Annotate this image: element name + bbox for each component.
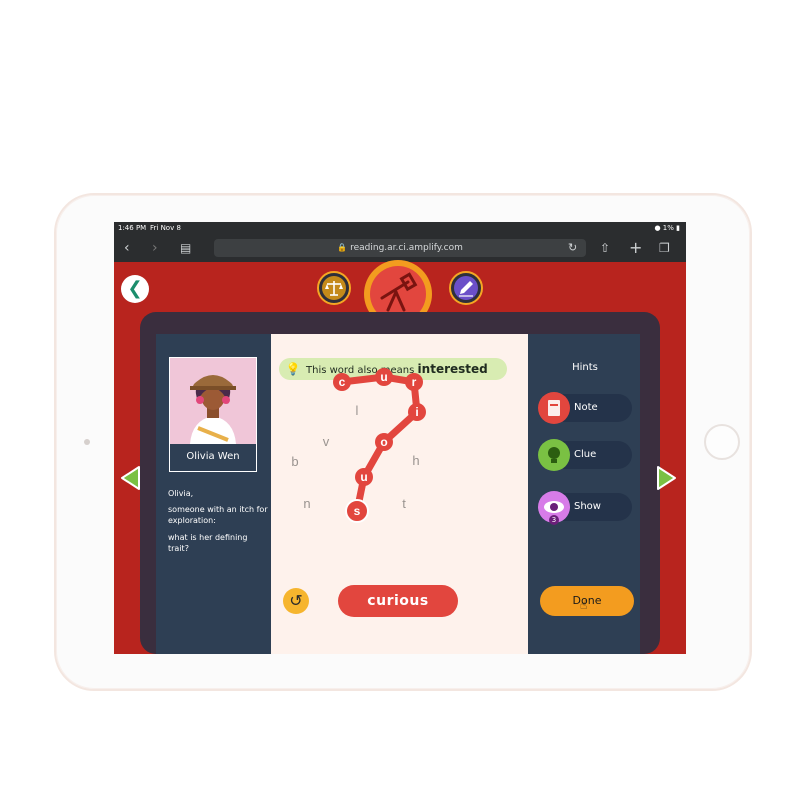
- scales-mode-icon[interactable]: [317, 271, 351, 305]
- prompt-line-1: Olivia,: [168, 489, 194, 498]
- selected-letter: s: [354, 504, 361, 518]
- selected-letter-tile[interactable]: i: [408, 403, 426, 421]
- unselected-letter[interactable]: t: [402, 496, 406, 511]
- selected-letter: u: [360, 470, 367, 484]
- note-hint-label: Note: [574, 402, 598, 413]
- home-button[interactable]: [704, 424, 740, 460]
- unselected-letter[interactable]: b: [291, 454, 298, 469]
- lock-icon: 🔒: [337, 243, 348, 252]
- browser-back-icon[interactable]: ‹: [124, 239, 130, 257]
- url-text: reading.ar.ci.amplify.com: [350, 243, 463, 253]
- browser-toolbar: ‹ › ▤ 🔒 reading.ar.ci.amplify.com ↻ ⇧ + ❐: [114, 234, 686, 262]
- new-tab-plus-icon[interactable]: +: [629, 239, 642, 257]
- battery-percent: 1%: [662, 224, 674, 232]
- notebook-icon: [538, 392, 570, 424]
- camera-dot: [84, 439, 90, 445]
- unselected-letter[interactable]: n: [303, 496, 310, 511]
- unselected-letter[interactable]: h: [412, 453, 419, 468]
- selected-letter: r: [412, 375, 417, 389]
- unselected-letter[interactable]: l: [356, 403, 359, 418]
- selected-letter-tile[interactable]: u: [375, 368, 393, 386]
- reload-icon[interactable]: ↻: [568, 239, 577, 257]
- selected-letter-tile[interactable]: u: [355, 468, 373, 486]
- answer-display: curious: [338, 585, 458, 617]
- address-bar[interactable]: 🔒 reading.ar.ci.amplify.com: [214, 239, 586, 257]
- tabs-icon[interactable]: ❐: [659, 239, 670, 257]
- unselected-letter[interactable]: v: [323, 434, 330, 449]
- status-battery: ● 1% ▮: [654, 222, 680, 234]
- previous-arrow-icon[interactable]: [119, 465, 141, 491]
- status-bar: 1:46 PM Fri Nov 8 ● 1% ▮: [114, 222, 686, 234]
- selected-letter-tile[interactable]: r: [405, 373, 423, 391]
- selected-letter: c: [339, 375, 346, 389]
- letter-grid[interactable]: c u r i o u s l v b h n t: [271, 334, 528, 584]
- screen: 1:46 PM Fri Nov 8 ● 1% ▮ ‹ › ▤ 🔒 reading.…: [114, 222, 686, 654]
- hints-title: Hints: [572, 362, 598, 373]
- pencil-icon: [454, 276, 478, 300]
- note-hint-button[interactable]: Note: [538, 392, 632, 424]
- portrait-border: [169, 357, 257, 472]
- wifi-icon: ●: [654, 224, 661, 232]
- selected-letter-tile[interactable]: c: [333, 373, 351, 391]
- status-date: Fri Nov 8: [150, 224, 181, 232]
- selected-letter: o: [380, 435, 387, 449]
- cursor-pointer-icon: ☝: [580, 598, 588, 612]
- scales-icon: [322, 276, 346, 300]
- prompt-line-3: what is her defining trait?: [168, 533, 248, 553]
- selected-letter: i: [415, 405, 418, 419]
- clue-hint-label: Clue: [574, 449, 597, 460]
- status-time: 1:46 PM: [118, 224, 147, 232]
- show-hint-count: 3: [549, 515, 559, 525]
- selected-letter: u: [380, 370, 387, 384]
- lightbulb-hint-icon: [538, 439, 570, 471]
- app-back-button[interactable]: ❮: [121, 275, 149, 303]
- clue-hint-button[interactable]: Clue: [538, 439, 632, 471]
- show-hint-button[interactable]: 3 Show: [538, 491, 632, 525]
- undo-icon[interactable]: ↺: [283, 588, 309, 614]
- bookmarks-book-icon[interactable]: ▤: [180, 239, 191, 257]
- share-icon[interactable]: ⇧: [600, 239, 610, 257]
- next-arrow-icon[interactable]: [656, 465, 678, 491]
- browser-forward-icon[interactable]: ›: [152, 239, 158, 257]
- writing-mode-icon[interactable]: [449, 271, 483, 305]
- prompt-line-2: someone with an itch for exploration:: [168, 505, 268, 525]
- show-hint-label: Show: [574, 501, 601, 512]
- battery-icon: ▮: [676, 224, 680, 232]
- selected-letter-tile[interactable]: o: [375, 433, 393, 451]
- selected-letter-tile[interactable]: s: [345, 499, 369, 523]
